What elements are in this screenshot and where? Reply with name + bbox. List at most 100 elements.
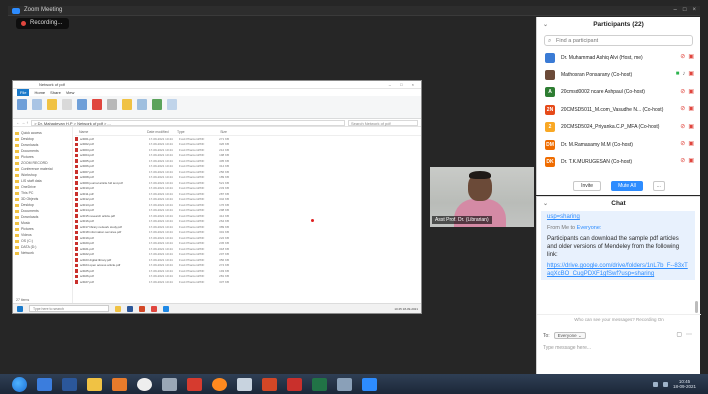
firefox-icon[interactable] xyxy=(212,377,227,391)
minimize-button[interactable]: – xyxy=(674,7,677,13)
cam-off-icon[interactable]: ▣ xyxy=(688,89,694,96)
ribbon-tab-view[interactable]: View xyxy=(66,89,75,96)
address-path[interactable]: > Dr. Mahadevan H.P > Network of pdf > .… xyxy=(31,119,345,126)
mic-off-icon[interactable]: ⊘ xyxy=(680,158,685,165)
ribbon-tab-home[interactable]: Home xyxy=(34,89,45,96)
explorer-window-controls[interactable]: – □ × xyxy=(389,82,418,87)
maximize-button[interactable]: □ xyxy=(683,7,687,13)
cut-icon[interactable] xyxy=(62,99,72,110)
nav-item-label: DATA (D:) xyxy=(21,245,37,249)
screen-icon[interactable] xyxy=(337,377,352,391)
more-options-button[interactable]: ... xyxy=(652,181,665,191)
powerpoint-taskbar-icon[interactable] xyxy=(262,377,277,391)
mic-on-icon[interactable]: ♪ xyxy=(682,71,685,78)
participant-search-input[interactable]: ⌕ Find a participant xyxy=(544,35,693,46)
mendeley-taskbar-icon[interactable] xyxy=(187,377,202,391)
rename-icon[interactable] xyxy=(107,99,117,110)
file-size: 176 KB xyxy=(219,202,229,207)
mic-off-icon[interactable]: ⊘ xyxy=(680,124,685,131)
select-all-icon[interactable] xyxy=(167,99,177,110)
explorer-taskbar-icon[interactable] xyxy=(87,377,102,391)
move-to-icon[interactable] xyxy=(77,99,87,110)
pdf-file-icon xyxy=(75,208,78,212)
recipient-dropdown[interactable]: Everyone ⌄ xyxy=(553,332,586,339)
previous-link[interactable]: usp=sharing xyxy=(547,214,580,220)
photos-icon[interactable] xyxy=(237,377,252,391)
zoom-taskbar-icon[interactable] xyxy=(362,377,377,391)
participant-video-tile[interactable]: Asst Prof. Dr. (Librarian) xyxy=(430,167,534,227)
pin-icon[interactable] xyxy=(17,99,27,110)
pdf-file-icon xyxy=(75,203,78,207)
ribbon-tab-file[interactable]: File xyxy=(17,89,30,96)
file-size: 318 KB xyxy=(219,246,229,251)
file-name: scl007.pdf xyxy=(80,169,94,174)
open-icon[interactable] xyxy=(152,99,162,110)
cam-off-icon[interactable]: ▣ xyxy=(688,124,694,131)
close-button[interactable]: × xyxy=(692,7,696,13)
cam-off-icon[interactable]: ▣ xyxy=(688,141,694,148)
word-taskbar-icon[interactable] xyxy=(62,377,77,391)
app-icon[interactable] xyxy=(162,377,177,391)
nav-item[interactable]: Network xyxy=(15,250,70,256)
mic-off-icon[interactable]: ⊘ xyxy=(680,54,685,61)
chat-scrollbar[interactable] xyxy=(695,301,698,313)
chat-message-input[interactable]: Type message here... xyxy=(543,345,591,351)
new-folder-icon[interactable] xyxy=(122,99,132,110)
ribbon-tab-share[interactable]: Share xyxy=(50,89,61,96)
participant-row[interactable]: DM Dr. M.Ramasamy M.M (Co-host) ⊘ ▣ xyxy=(537,136,700,153)
popout-icon[interactable]: ⌄ xyxy=(543,17,548,33)
mic-off-icon[interactable]: ⊘ xyxy=(680,89,685,96)
zoom-app-icon[interactable] xyxy=(163,305,169,312)
cam-off-icon[interactable]: ▣ xyxy=(688,158,694,165)
more-icon[interactable]: ⋯ xyxy=(686,331,692,338)
paste-icon[interactable] xyxy=(47,99,57,110)
participant-row[interactable]: A 20cmsd0002 ncare Ashpaul (Co-host) ⊘ ▣ xyxy=(537,84,700,101)
participant-row[interactable]: Mathosran Ponsarany (Co-host) ■ ♪ ▣ xyxy=(537,66,700,83)
column-size[interactable]: Size xyxy=(207,130,227,134)
network-icon[interactable] xyxy=(652,381,658,387)
os-clock[interactable]: 10:45 18-09-2021 xyxy=(673,379,696,389)
mendeley-icon[interactable] xyxy=(151,305,157,312)
mic-off-icon[interactable]: ⊘ xyxy=(680,141,685,148)
column-type[interactable]: Type xyxy=(177,130,207,134)
windows-start-button-icon[interactable] xyxy=(12,376,27,392)
drive-link[interactable]: https://drive.google.com/drive/folders/1… xyxy=(547,262,689,278)
nav-arrows-icon[interactable]: ← → ↑ xyxy=(16,120,28,125)
explorer-search-box[interactable]: Search Network of pdf xyxy=(348,119,418,126)
word-icon[interactable] xyxy=(127,305,133,312)
file-row[interactable]: scl027.pdf 17-09-2021 10:44 Foxit PhantomP… xyxy=(75,279,421,285)
shared-screen-file-explorer[interactable]: Network of pdf – □ × File Home Share Vie… xyxy=(12,80,422,314)
cam-off-icon[interactable]: ▣ xyxy=(688,54,694,61)
file-attach-icon[interactable]: ▢ xyxy=(676,331,682,338)
column-name[interactable]: Name xyxy=(75,130,147,134)
windows-search-box[interactable]: Type here to search xyxy=(29,305,109,312)
copy-icon[interactable] xyxy=(32,99,42,110)
participant-row[interactable]: Dr. Muhammad Ashiq Alvi (Host, me) ⊘ ▣ xyxy=(537,49,700,66)
mic-off-icon[interactable]: ⊘ xyxy=(680,106,685,113)
file-rows: scl001.pdf 17-09-2021 10:44 Foxit PhantomP… xyxy=(75,136,421,285)
invite-button[interactable]: Invite xyxy=(573,181,602,191)
cam-off-icon[interactable]: ▣ xyxy=(688,106,694,113)
vid-on-icon[interactable]: ■ xyxy=(676,71,680,78)
recording-indicator[interactable]: Recording... xyxy=(16,18,70,29)
mute-all-button[interactable]: Mute All xyxy=(611,181,643,191)
participant-row[interactable]: 2 20CMSD5024_Priyanka.C.P_MFA (Co-host) ⊘ ▣ xyxy=(537,119,700,136)
excel-icon[interactable] xyxy=(312,377,327,391)
ie-icon[interactable] xyxy=(37,377,52,391)
volume-icon[interactable] xyxy=(662,381,668,387)
cam-off-icon[interactable]: ▣ xyxy=(688,71,694,78)
participant-row[interactable]: DK Dr. T.K.MURUGESAN (Co-host) ⊘ ▣ xyxy=(537,153,700,170)
media-player-icon[interactable] xyxy=(112,377,127,391)
windows-start-icon[interactable] xyxy=(17,305,23,312)
chat-panel: ⌄ Chat usp=sharing From Me to Everyone: … xyxy=(536,196,701,374)
pdf-reader-icon[interactable] xyxy=(287,377,302,391)
chat-visibility-notice[interactable]: Who can see your messages? Recording On xyxy=(537,314,701,324)
delete-icon[interactable] xyxy=(92,99,102,110)
folder-icon[interactable] xyxy=(115,305,121,312)
chrome-icon[interactable] xyxy=(137,377,152,391)
participant-row[interactable]: 2N 20CMSD5011_M.com_Vasudhe N... (Co-host… xyxy=(537,101,700,118)
properties-icon[interactable] xyxy=(137,99,147,110)
powerpoint-icon[interactable] xyxy=(139,305,145,312)
column-date[interactable]: Date modified xyxy=(147,130,177,134)
chat-collapse-icon[interactable]: ⌄ xyxy=(543,197,548,211)
